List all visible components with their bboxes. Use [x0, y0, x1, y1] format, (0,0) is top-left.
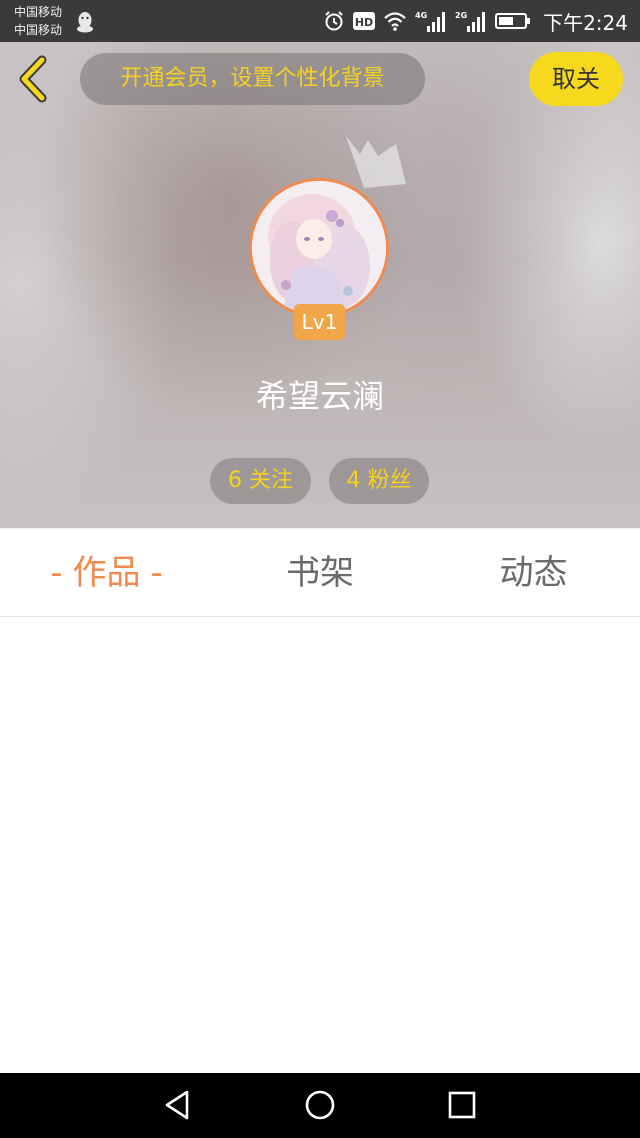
wifi-icon	[384, 12, 406, 31]
carrier-label-2: 中国移动	[14, 23, 63, 37]
hd-icon: HD	[353, 12, 376, 30]
profile-header: 开通会员，设置个性化背景 取关 Lv1 希望云澜 6 关注 4 粉丝	[0, 42, 640, 528]
signal-2g-icon: 2G	[455, 11, 486, 32]
square-recent-icon[interactable]	[444, 1087, 480, 1123]
following-count-button[interactable]: 6 关注	[210, 458, 311, 504]
tab-activity-label: 动态	[499, 553, 568, 593]
clock: 下午2:24	[543, 10, 628, 35]
avatar[interactable]	[249, 178, 389, 318]
tab-bookshelf[interactable]: 书架	[213, 529, 427, 617]
tab-bookshelf-label: 书架	[286, 553, 354, 593]
chevron-left-icon[interactable]	[14, 54, 54, 104]
svg-text:HD: HD	[355, 16, 373, 29]
signal-4g-icon: 4G	[415, 11, 446, 32]
avatar-illustration	[252, 181, 386, 315]
navigation-bar	[0, 1073, 640, 1138]
status-bar: 中国移动 中国移动 HD 4G 2G 下午2:24	[0, 0, 640, 42]
svg-text:4G: 4G	[415, 11, 427, 20]
carrier-label-1: 中国移动	[14, 5, 63, 19]
tab-active-dash-right: -	[150, 553, 163, 593]
profile-screen: 中国移动 中国移动 HD 4G 2G 下午2:24 开通会员，设置个性化背景 取…	[0, 0, 640, 1138]
alarm-icon	[325, 11, 343, 31]
circle-home-icon[interactable]	[302, 1087, 338, 1123]
tab-active-dash-left: -	[50, 553, 63, 593]
triangle-back-icon[interactable]	[160, 1087, 196, 1123]
tab-activity[interactable]: 动态	[427, 529, 640, 617]
unfollow-button[interactable]: 取关	[529, 52, 623, 106]
username: 希望云澜	[255, 377, 384, 415]
battery-icon	[495, 13, 531, 29]
svg-text:2G: 2G	[455, 11, 467, 20]
tab-works[interactable]: - 作品 -	[0, 529, 213, 617]
vip-background-promo[interactable]: 开通会员，设置个性化背景	[80, 53, 425, 105]
tab-content-area	[0, 617, 640, 1073]
qq-icon	[77, 12, 93, 33]
status-icons: HD 4G 2G 下午2:24	[323, 0, 628, 42]
profile-tabs: - 作品 - 书架 动态	[0, 528, 640, 617]
level-badge: Lv1	[294, 304, 345, 340]
fans-count-button[interactable]: 4 粉丝	[329, 458, 429, 504]
tab-works-label: 作品	[72, 553, 141, 593]
